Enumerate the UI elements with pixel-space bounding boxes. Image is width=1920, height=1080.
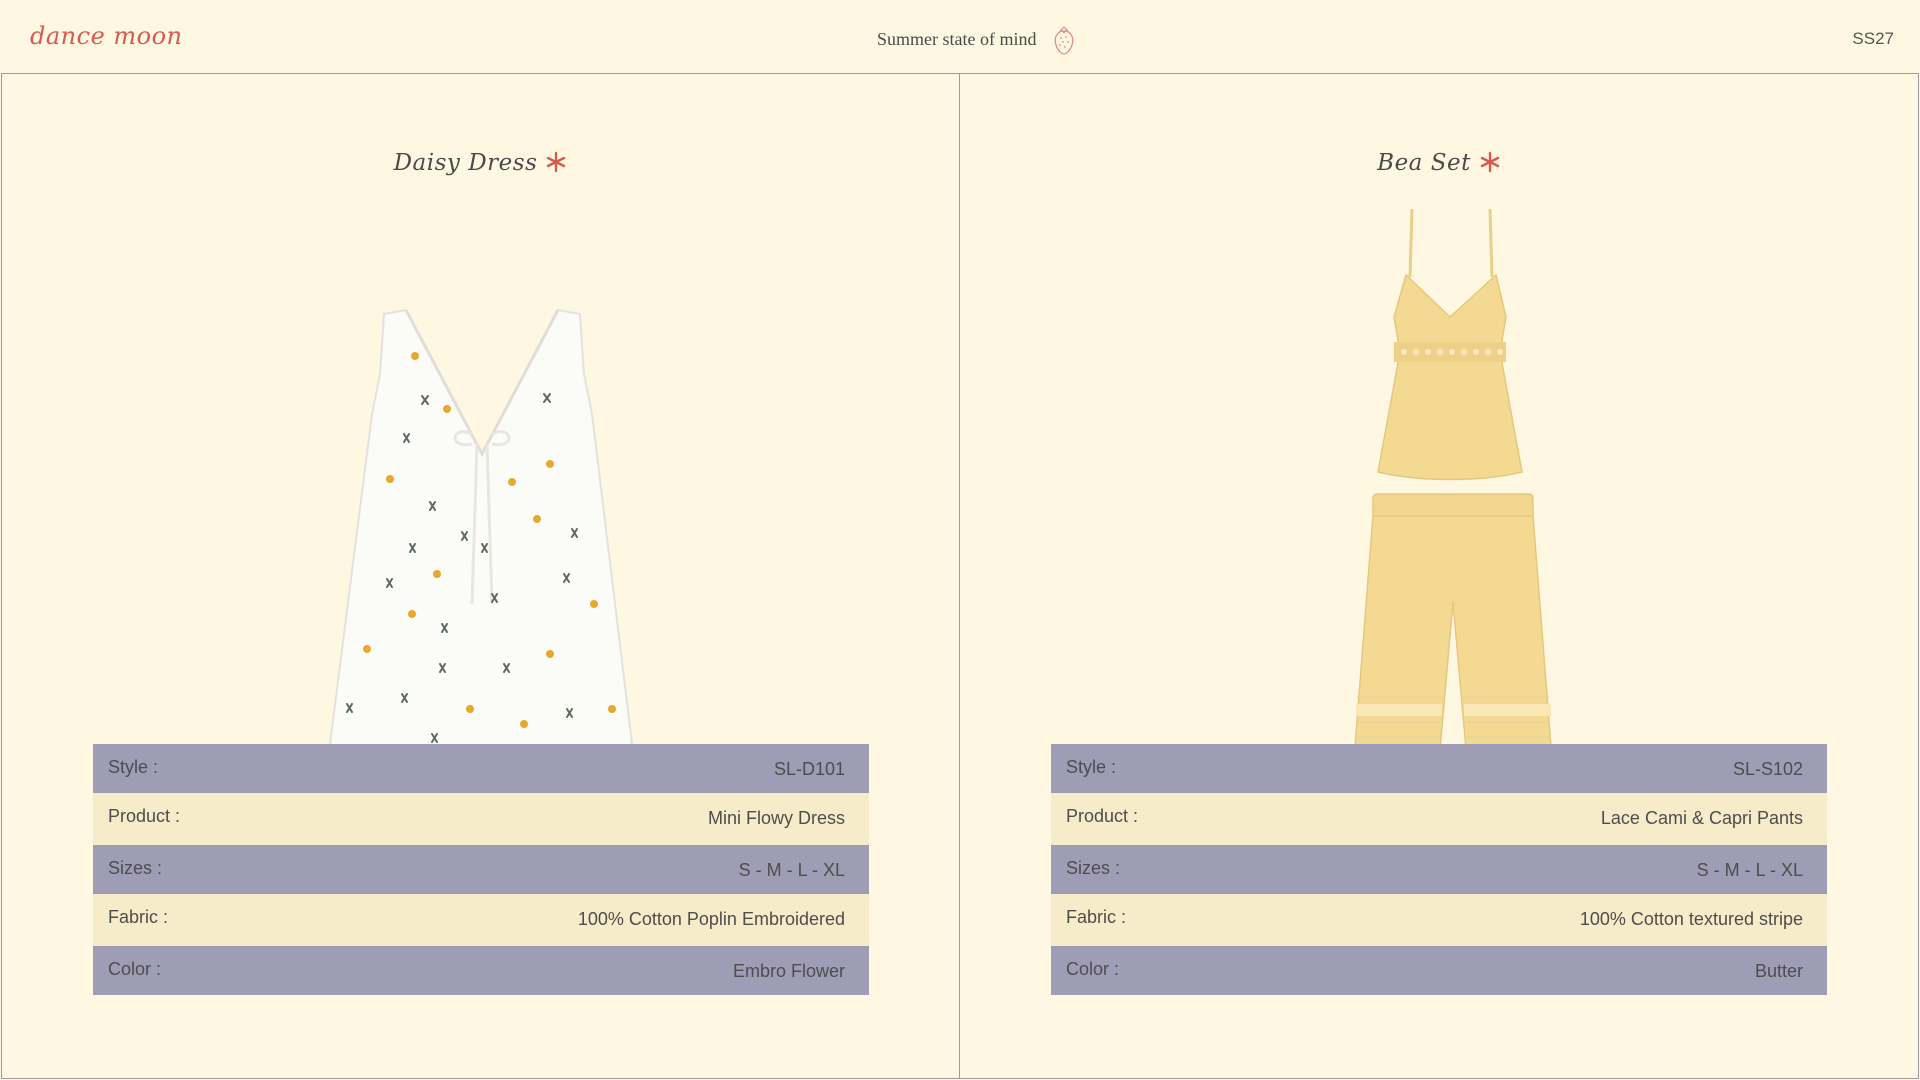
spec-table: Style : SL-S102 Product : Lace Cami & Ca…: [1051, 744, 1827, 995]
spec-label: Sizes :: [1066, 858, 1121, 878]
spec-row-style: Style : SL-S102: [1051, 744, 1827, 793]
spec-value: Butter: [1754, 961, 1803, 981]
spec-row-color: Color : Embro Flower: [93, 946, 869, 995]
product-title: Daisy Dress: [2, 150, 959, 176]
spec-label: Color :: [1066, 959, 1120, 979]
spec-row-product: Product : Mini Flowy Dress: [93, 793, 869, 845]
spec-row-sizes: Sizes : S - M - L - XL: [1051, 845, 1827, 894]
product-title-text: Daisy Dress: [393, 150, 538, 176]
spec-value: S - M - L - XL: [738, 860, 845, 880]
tagline: Summer state of mind: [877, 29, 1037, 49]
spec-row-fabric: Fabric : 100% Cotton textured stripe: [1051, 894, 1827, 946]
spec-label: Product :: [1066, 806, 1139, 826]
season-code: SS27: [1852, 29, 1894, 48]
spec-label: Style :: [108, 757, 159, 777]
spec-label: Fabric :: [108, 907, 169, 927]
spec-label: Product :: [108, 806, 181, 826]
spec-value: Mini Flowy Dress: [707, 808, 845, 828]
spec-label: Style :: [1066, 757, 1117, 777]
spec-row-sizes: Sizes : S - M - L - XL: [93, 845, 869, 894]
strawberry-icon: [1054, 26, 1074, 55]
spec-value: SL-D101: [773, 759, 845, 779]
header: dance moon Summer state of mind SS27: [0, 0, 1920, 73]
product-title-text: Bea Set: [1377, 150, 1471, 176]
spec-row-product: Product : Lace Cami & Capri Pants: [1051, 793, 1827, 845]
spec-value: Embro Flower: [732, 961, 845, 981]
spec-row-color: Color : Butter: [1051, 946, 1827, 995]
spec-value: S - M - L - XL: [1696, 860, 1803, 880]
spec-label: Color :: [108, 959, 162, 979]
spec-table: Style : SL-D101 Product : Mini Flowy Dre…: [93, 744, 869, 995]
spec-row-style: Style : SL-D101: [93, 744, 869, 793]
spec-value: 100% Cotton Poplin Embroidered: [577, 909, 845, 929]
spec-value: 100% Cotton textured stripe: [1579, 909, 1803, 929]
dress-illustration: [328, 308, 634, 760]
spec-value: Lace Cami & Capri Pants: [1600, 808, 1803, 828]
star-icon: [1480, 151, 1500, 173]
product-panel-daisy-dress: Daisy Dress Style: SL-D101 Product: Mi…: [1, 73, 960, 1079]
capri-pants-illustration: [1352, 493, 1554, 781]
star-icon: [547, 151, 566, 173]
spec-label: Sizes :: [108, 858, 163, 878]
cami-top-illustration: [1377, 208, 1523, 481]
spec-row-fabric: Fabric : 100% Cotton Poplin Embroidered: [93, 894, 869, 946]
spec-value: SL-S102: [1732, 759, 1803, 779]
spec-label: Fabric :: [1066, 907, 1127, 927]
product-panel-bea-set: Bea Set Style : SL-S102 Product: Lace C…: [959, 73, 1919, 1079]
brand-logo: dance moon: [30, 22, 183, 50]
product-title: Bea Set: [960, 150, 1918, 176]
